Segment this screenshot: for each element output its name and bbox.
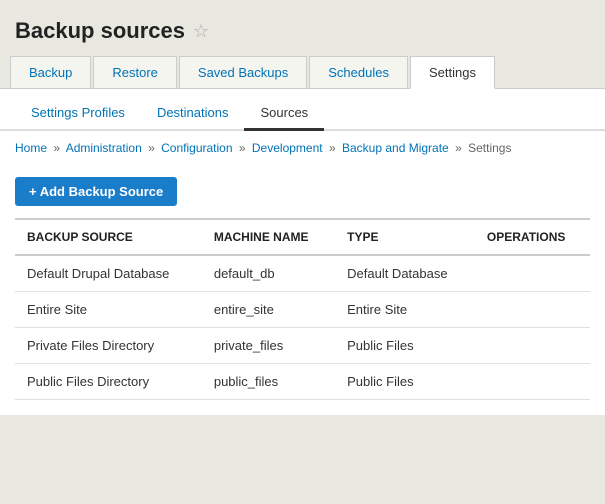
cell-type: Public Files (335, 328, 475, 364)
cell-backup-source: Private Files Directory (15, 328, 202, 364)
sub-tab-sources[interactable]: Sources (244, 97, 324, 131)
breadcrumb: Home » Administration » Configuration » … (0, 131, 605, 165)
tab-settings[interactable]: Settings (410, 56, 495, 89)
cell-operations (475, 328, 590, 364)
sub-tab-settings-profiles[interactable]: Settings Profiles (15, 97, 141, 131)
cell-backup-source: Default Drupal Database (15, 255, 202, 292)
tab-restore[interactable]: Restore (93, 56, 177, 88)
table-row: Public Files Directorypublic_filesPublic… (15, 364, 590, 400)
col-type: TYPE (335, 219, 475, 255)
cell-operations (475, 364, 590, 400)
table-row: Entire Siteentire_siteEntire Site (15, 292, 590, 328)
backup-sources-table: BACKUP SOURCE MACHINE NAME TYPE OPERATIO… (15, 218, 590, 400)
breadcrumb-home[interactable]: Home (15, 141, 47, 155)
cell-backup-source: Entire Site (15, 292, 202, 328)
star-icon[interactable]: ☆ (193, 21, 209, 42)
breadcrumb-sep-2: » (239, 141, 246, 155)
table-container: BACKUP SOURCE MACHINE NAME TYPE OPERATIO… (0, 218, 605, 415)
cell-machine-name: public_files (202, 364, 335, 400)
cell-operations (475, 255, 590, 292)
tab-saved-backups[interactable]: Saved Backups (179, 56, 307, 88)
table-header-row: BACKUP SOURCE MACHINE NAME TYPE OPERATIO… (15, 219, 590, 255)
breadcrumb-sep-4: » (455, 141, 462, 155)
page-header: Backup sources ☆ (0, 0, 605, 56)
content-area: Settings Profiles Destinations Sources H… (0, 89, 605, 415)
cell-type: Public Files (335, 364, 475, 400)
cell-machine-name: default_db (202, 255, 335, 292)
tab-schedules[interactable]: Schedules (309, 56, 408, 88)
cell-backup-source: Public Files Directory (15, 364, 202, 400)
add-backup-source-button[interactable]: + Add Backup Source (15, 177, 177, 206)
cell-type: Entire Site (335, 292, 475, 328)
main-tabs: Backup Restore Saved Backups Schedules S… (0, 56, 605, 89)
cell-machine-name: entire_site (202, 292, 335, 328)
col-backup-source: BACKUP SOURCE (15, 219, 202, 255)
page-title: Backup sources (15, 18, 185, 44)
cell-operations (475, 292, 590, 328)
table-row: Private Files Directoryprivate_filesPubl… (15, 328, 590, 364)
table-row: Default Drupal Databasedefault_dbDefault… (15, 255, 590, 292)
cell-machine-name: private_files (202, 328, 335, 364)
tab-backup[interactable]: Backup (10, 56, 91, 88)
sub-tab-destinations[interactable]: Destinations (141, 97, 245, 131)
breadcrumb-sep-0: » (53, 141, 60, 155)
breadcrumb-backup-and-migrate[interactable]: Backup and Migrate (342, 141, 449, 155)
breadcrumb-administration[interactable]: Administration (66, 141, 142, 155)
cell-type: Default Database (335, 255, 475, 292)
breadcrumb-development[interactable]: Development (252, 141, 323, 155)
breadcrumb-configuration[interactable]: Configuration (161, 141, 232, 155)
col-machine-name: MACHINE NAME (202, 219, 335, 255)
breadcrumb-settings: Settings (468, 141, 511, 155)
breadcrumb-sep-3: » (329, 141, 336, 155)
col-operations: OPERATIONS (475, 219, 590, 255)
breadcrumb-sep-1: » (148, 141, 155, 155)
sub-tabs: Settings Profiles Destinations Sources (0, 89, 605, 131)
